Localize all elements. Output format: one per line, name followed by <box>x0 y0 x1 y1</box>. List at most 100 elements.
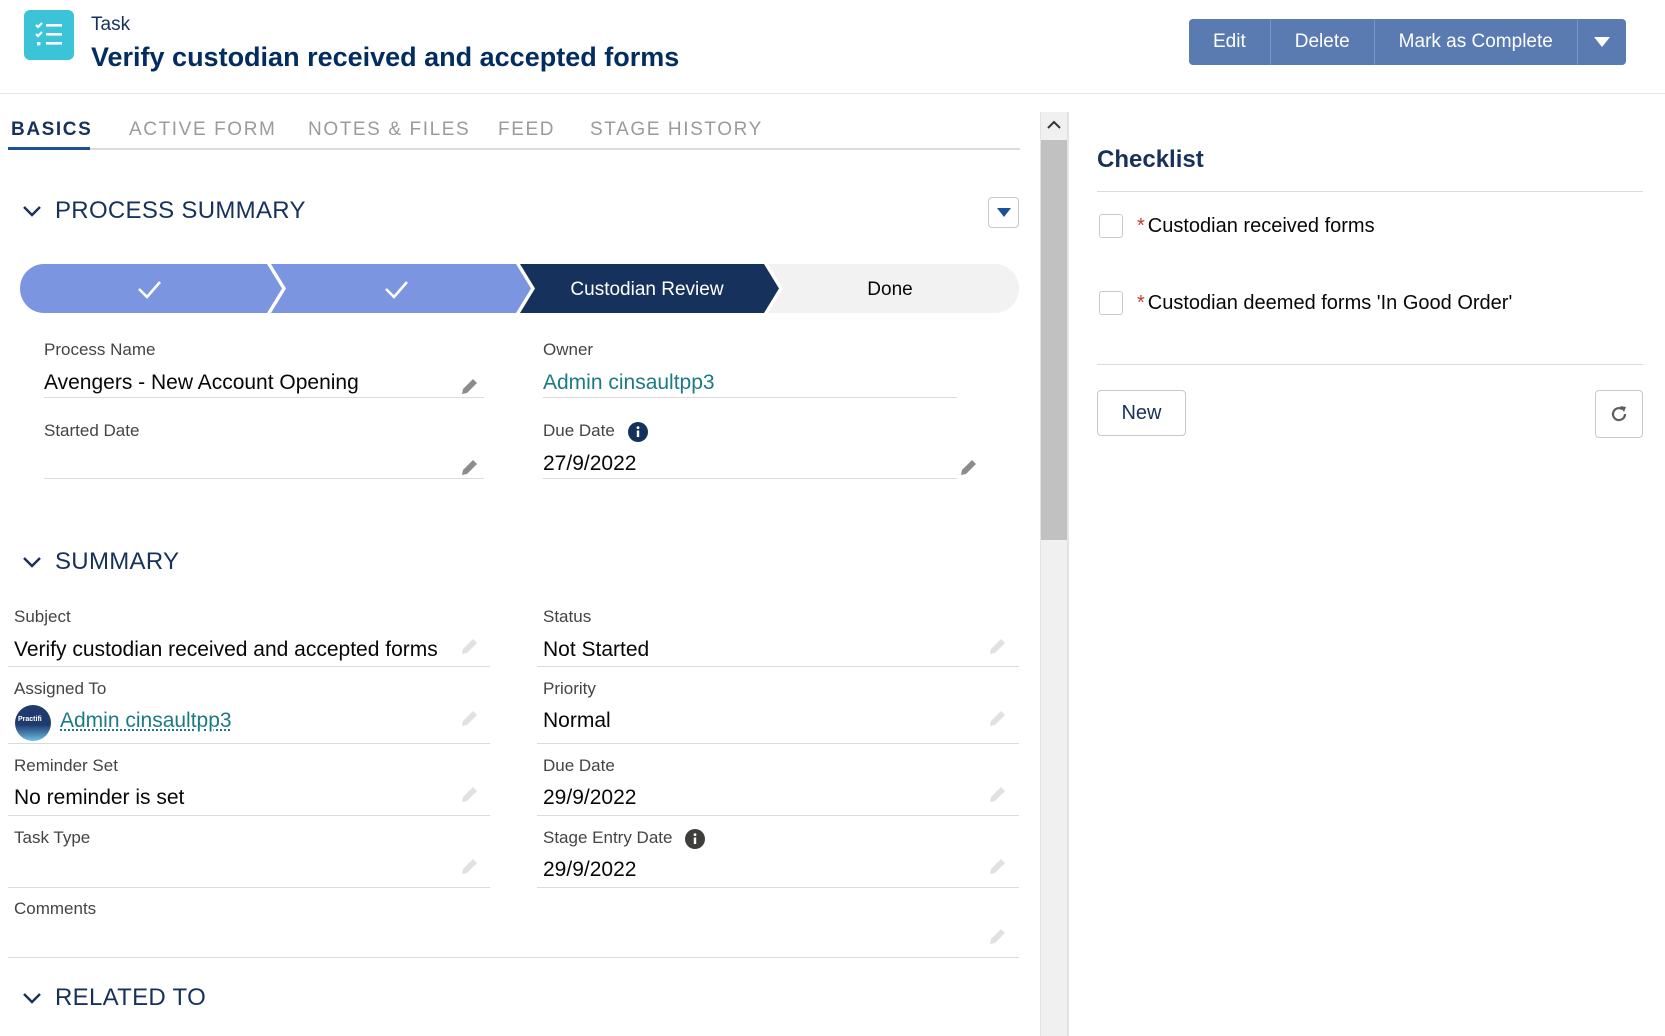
pencil-icon[interactable] <box>460 784 480 804</box>
due-date-label: Due Date <box>543 421 648 442</box>
tab-active-form[interactable]: ACTIVE FORM <box>129 119 276 141</box>
section-title: SUMMARY <box>55 548 180 575</box>
path-step-1[interactable] <box>20 264 282 313</box>
avatar: Practifi <box>15 705 51 741</box>
tab-bar: BASICS ACTIVE FORM NOTES & FILES FEED ST… <box>8 116 1020 150</box>
pencil-icon[interactable] <box>988 784 1008 804</box>
refresh-button[interactable] <box>1595 390 1643 438</box>
status-label: Status <box>543 607 592 626</box>
field-divider <box>543 478 957 479</box>
priority-value: Normal <box>543 709 611 732</box>
field-divider <box>8 666 490 667</box>
priority-label: Priority <box>543 679 596 698</box>
pencil-icon[interactable] <box>959 457 979 477</box>
scrollbar-thumb[interactable] <box>1041 140 1067 540</box>
field-divider <box>44 397 484 398</box>
assigned-to-link[interactable]: Admin cinsaultpp3 <box>60 709 232 733</box>
checklist-item[interactable]: * Custodian received forms <box>1099 214 1375 238</box>
stage-entry-date-value: 29/9/2022 <box>543 858 637 881</box>
pencil-icon[interactable] <box>460 376 480 396</box>
field-divider <box>537 743 1019 744</box>
field-divider <box>537 815 1019 816</box>
chevron-down-icon <box>23 993 41 1004</box>
checklist-title: Checklist <box>1097 146 1204 173</box>
owner-label: Owner <box>543 340 594 359</box>
pencil-icon[interactable] <box>988 926 1008 946</box>
checklist-divider <box>1097 364 1643 365</box>
comments-label: Comments <box>14 899 97 918</box>
tab-basics[interactable]: BASICS <box>11 119 92 141</box>
assigned-to-label: Assigned To <box>14 679 107 698</box>
pencil-icon[interactable] <box>460 457 480 477</box>
caret-down-icon <box>996 208 1011 217</box>
process-summary-header[interactable]: PROCESS SUMMARY <box>21 197 306 225</box>
checklist-checkbox[interactable] <box>1099 214 1123 238</box>
owner-link[interactable]: Admin cinsaultpp3 <box>543 371 715 395</box>
field-divider <box>8 887 490 888</box>
edit-button[interactable]: Edit <box>1189 19 1271 65</box>
path-step-done-label: Done <box>867 279 912 300</box>
field-divider <box>543 397 957 398</box>
checklist-checkbox[interactable] <box>1099 291 1123 315</box>
delete-button[interactable]: Delete <box>1270 19 1375 65</box>
section-title: PROCESS SUMMARY <box>55 197 306 224</box>
mark-complete-button[interactable]: Mark as Complete <box>1374 19 1578 65</box>
pencil-icon[interactable] <box>460 708 480 728</box>
due-date-value: 27/9/2022 <box>543 452 637 475</box>
summary-due-date-label: Due Date <box>543 756 615 775</box>
started-date-label: Started Date <box>44 421 140 440</box>
related-to-header[interactable]: RELATED TO <box>21 984 206 1012</box>
field-divider <box>8 743 490 744</box>
scroll-up-button[interactable] <box>1041 112 1067 138</box>
tab-stage-history[interactable]: STAGE HISTORY <box>590 119 763 141</box>
avatar-logo-text: Practifi <box>18 716 42 723</box>
checklist-item[interactable]: * Custodian deemed forms 'In Good Order' <box>1099 291 1512 315</box>
action-button-group: Edit Delete Mark as Complete <box>1189 19 1626 65</box>
page-title: Verify custodian received and accepted f… <box>91 42 680 72</box>
section-title: RELATED TO <box>55 984 207 1011</box>
pencil-icon[interactable] <box>988 636 1008 656</box>
active-tab-indicator <box>8 147 90 150</box>
checklist-item-label: Custodian deemed forms 'In Good Order' <box>1147 291 1513 314</box>
task-list-icon <box>24 10 74 60</box>
pencil-icon[interactable] <box>460 636 480 656</box>
status-value: Not Started <box>543 638 650 661</box>
panel-divider <box>1068 112 1069 1036</box>
chevron-down-icon <box>23 206 41 217</box>
more-actions-button[interactable] <box>1577 19 1626 65</box>
stage-entry-date-label: Stage Entry Date <box>543 828 706 849</box>
subject-value: Verify custodian received and accepted f… <box>14 638 438 661</box>
summary-due-date-value: 29/9/2022 <box>543 786 637 809</box>
refresh-icon <box>1611 406 1627 422</box>
field-divider <box>8 815 490 816</box>
required-marker: * <box>1137 214 1145 237</box>
field-divider <box>44 478 484 479</box>
tab-feed[interactable]: FEED <box>498 119 555 141</box>
chevron-down-icon <box>23 557 41 568</box>
field-divider <box>537 666 1019 667</box>
reminder-value: No reminder is set <box>14 786 185 809</box>
object-type-label: Task <box>91 14 131 35</box>
stage-entry-date-label-text: Stage Entry Date <box>543 828 673 847</box>
required-marker: * <box>1137 291 1145 314</box>
subject-label: Subject <box>14 607 71 626</box>
path-step-current-label: Custodian Review <box>570 279 723 300</box>
checklist-item-label: Custodian received forms <box>1147 214 1375 237</box>
checklist-divider <box>1097 191 1643 192</box>
chevron-down-icon <box>1593 37 1610 47</box>
pencil-icon[interactable] <box>988 856 1008 876</box>
field-divider <box>8 957 1019 958</box>
section-menu-button[interactable] <box>988 197 1019 228</box>
field-divider <box>537 887 1019 888</box>
info-icon[interactable] <box>685 828 706 849</box>
info-icon[interactable] <box>627 421 648 442</box>
task-type-label: Task Type <box>14 828 91 847</box>
pencil-icon[interactable] <box>460 856 480 876</box>
process-name-label: Process Name <box>44 340 156 359</box>
pencil-icon[interactable] <box>988 708 1008 728</box>
tab-notes-files[interactable]: NOTES & FILES <box>308 119 470 141</box>
summary-header[interactable]: SUMMARY <box>21 548 179 576</box>
record-header: Task Verify custodian received and accep… <box>0 0 1665 94</box>
new-checklist-item-button[interactable]: New <box>1097 390 1186 436</box>
chevron-up-icon <box>1047 120 1061 129</box>
